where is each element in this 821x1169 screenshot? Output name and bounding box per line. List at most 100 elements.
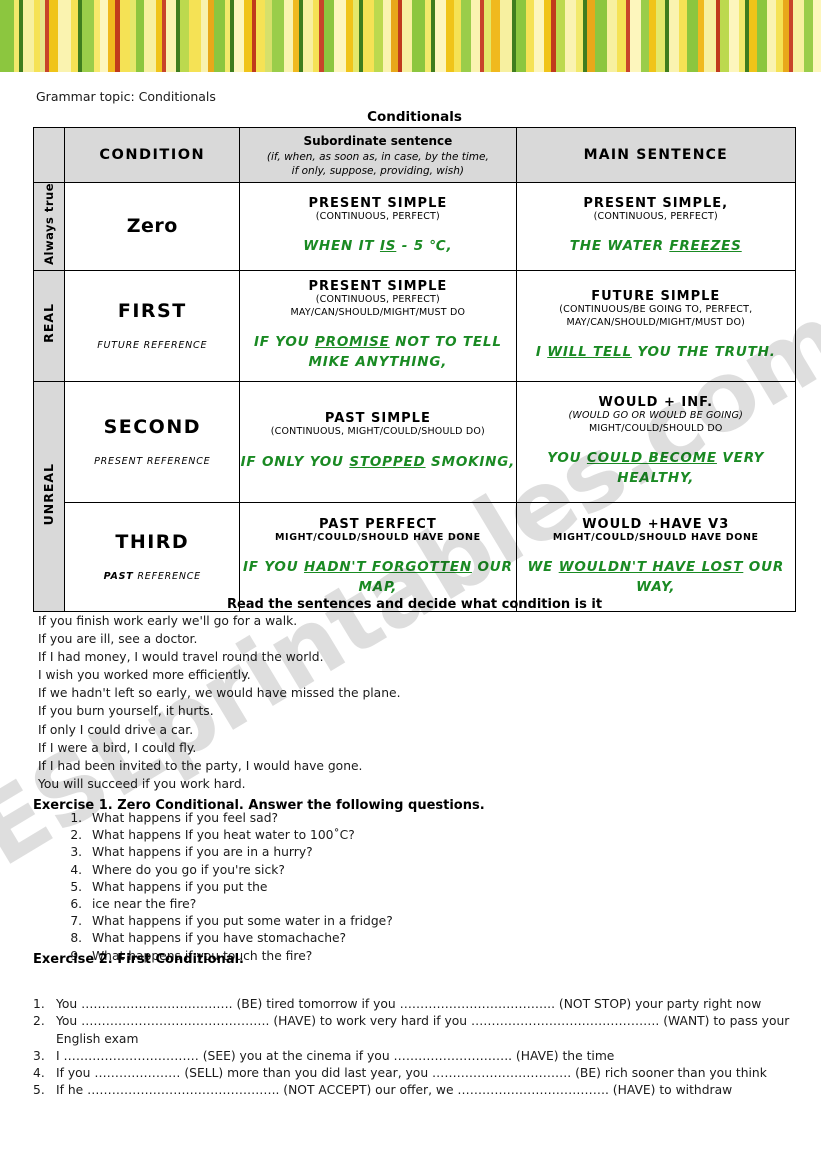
main-note-first-0: (CONTINUOUS/BE GOING TO, PERFECT, <box>559 304 753 316</box>
side-label-unreal: UNREAL <box>32 380 66 612</box>
sub-note-second-0: (CONTINUOUS, MIGHT/COULD/SHOULD DO) <box>270 426 485 438</box>
read-task-sentence: If you are ill, see a doctor. <box>38 632 198 647</box>
exercise1-question: What happens if you put the <box>86 879 393 896</box>
header-cell-main: MAIN SENTENCE <box>515 127 797 183</box>
condition-reference-third: PAST REFERENCE <box>103 571 201 583</box>
sub-example-second: IF ONLY YOU STOPPED SMOKING, <box>240 453 516 470</box>
condition-name-third: THIRD <box>115 531 190 554</box>
exercise2-item: 4. If you ………………… (SELL) more than you di… <box>33 1065 793 1082</box>
read-task-sentence: I wish you worked more efficiently. <box>38 668 251 683</box>
exercise1-question: What happens if you have stomachache? <box>86 930 393 947</box>
table-row-first: REAL FIRST FUTURE REFERENCE PRESENT SIMP… <box>32 269 797 382</box>
main-note-first-1: MAY/CAN/SHOULD/MIGHT/MUST DO) <box>566 316 746 328</box>
row-name-cell-first: FIRST FUTURE REFERENCE <box>64 269 241 382</box>
main-example-first: I WILL TELL YOU THE TRUTH. <box>535 343 776 360</box>
main-example-third: WE WOULDN'T HAVE LOST OUR WAY, <box>527 559 785 595</box>
subordinate-cell-first: PRESENT SIMPLE (CONTINUOUS, PERFECT) MAY… <box>239 269 517 382</box>
exercise1-question: What happens if you put some water in a … <box>86 913 393 930</box>
exercise1-question: What happens if you feel sad? <box>86 810 393 827</box>
exercise2-item-text: If you ………………… (SELL) more than you did … <box>56 1066 767 1081</box>
read-task-sentence: If I had money, I would travel round the… <box>38 650 324 665</box>
conditionals-table-body: Always true Zero PRESENT SIMPLE (CONTINU… <box>32 182 797 612</box>
header-main-label: MAIN SENTENCE <box>583 147 728 163</box>
table-header-row: CONDITION Subordinate sentence (if, when… <box>32 127 797 183</box>
exercise2-item-number: 1. <box>33 997 45 1011</box>
table-row-third: THIRD PAST REFERENCE PAST PERFECT MIGHT/… <box>34 501 797 612</box>
row-name-cell-zero: Zero <box>64 182 241 271</box>
main-note-third-0: MIGHT/COULD/SHOULD HAVE DONE <box>552 531 759 543</box>
exercise1-question: Where do you go if you're sick? <box>86 862 393 879</box>
read-task-sentence: If only I could drive a car. <box>38 722 194 737</box>
exercise2-item: 1. You ………………………………. (BE) tired tomorrow … <box>33 996 793 1013</box>
subordinate-cell-third: PAST PERFECT MIGHT/COULD/SHOULD HAVE DON… <box>239 501 517 612</box>
sub-form-zero: PRESENT SIMPLE <box>308 195 448 211</box>
sub-note-first-0: (CONTINUOUS, PERFECT) <box>315 294 440 306</box>
exercise2-item-number: 2. <box>33 1014 45 1029</box>
table-row-second: UNREAL SECOND PRESENT REFERENCE PAST SIM… <box>32 380 797 612</box>
table-row-zero: Always true Zero PRESENT SIMPLE (CONTINU… <box>32 182 797 271</box>
exercise2-item-list: 1. You ………………………………. (BE) tired tomorrow … <box>33 996 793 1100</box>
read-task-title: Read the sentences and decide what condi… <box>226 597 603 612</box>
main-note-second-0: (WOULD GO OR WOULD BE GOING) <box>568 410 744 422</box>
exercise2-item-text: You ………………………………. (BE) tired tomorrow if… <box>56 997 762 1011</box>
exercise1-question-list: What happens if you feel sad?What happen… <box>56 810 393 965</box>
header-subordinate-line1: (if, when, as soon as, in case, by the t… <box>266 150 489 163</box>
side-label-always-true-text: Always true <box>42 183 57 265</box>
side-label-always-true: Always true <box>32 182 66 271</box>
main-form-first: FUTURE SIMPLE <box>591 289 721 305</box>
read-task-sentence: If I had been invited to the party, I wo… <box>38 758 363 773</box>
condition-name-first: FIRST <box>117 300 187 323</box>
sub-example-first: IF YOU PROMISE NOT TO TELL MIKE ANYTHING… <box>253 334 502 370</box>
header-condition-label: CONDITION <box>99 147 206 163</box>
grammar-topic-label: Grammar topic: Conditionals <box>36 89 216 104</box>
header-subordinate-line2: if only, suppose, providing, wish) <box>291 165 465 177</box>
condition-reference-first: FUTURE REFERENCE <box>97 340 208 352</box>
subordinate-cell-second: PAST SIMPLE (CONTINUOUS, MIGHT/COULD/SHO… <box>239 380 517 503</box>
sub-example-zero: WHEN IT IS - 5 ℃, <box>303 238 453 255</box>
exercise2-item: 5. If he ……………………………………….. (NOT ACCEPT) o… <box>33 1082 793 1099</box>
sub-form-first: PRESENT SIMPLE <box>308 279 448 295</box>
exercise2-heading: Exercise 2. First Conditional. <box>33 952 244 967</box>
header-cell-condition: CONDITION <box>64 127 241 183</box>
exercise2-item-number: 5. <box>33 1083 45 1098</box>
sub-note-third-0: MIGHT/COULD/SHOULD HAVE DONE <box>275 531 481 543</box>
exercise1-question: What happens if you are in a hurry? <box>86 844 393 861</box>
main-note-zero-0: (CONTINUOUS, PERFECT) <box>593 210 718 222</box>
side-label-real-text: REAL <box>41 303 56 344</box>
header-cell-side <box>32 127 66 183</box>
read-task-sentence: If you burn yourself, it hurts. <box>38 704 214 719</box>
main-example-zero: THE WATER FREEZES <box>569 238 742 255</box>
conditionals-table: CONDITION Subordinate sentence (if, when… <box>32 127 797 612</box>
read-task-sentence: If I were a bird, I could fly. <box>38 740 197 755</box>
exercise2-item: 2. You ………………………………………. (HAVE) to work ve… <box>33 1013 793 1048</box>
main-note-second-1: MIGHT/COULD/SHOULD DO <box>588 422 723 434</box>
sub-note-first-1: MAY/CAN/SHOULD/MIGHT/MUST DO <box>290 306 466 318</box>
condition-reference-second: PRESENT REFERENCE <box>94 456 211 468</box>
side-label-unreal-text: UNREAL <box>41 462 56 526</box>
sub-example-third: IF YOU HADN'T FORGOTTEN OUR MAP, <box>242 559 513 595</box>
header-subordinate-title: Subordinate sentence <box>303 133 453 148</box>
side-label-real: REAL <box>32 269 66 382</box>
worksheet-page: Grammar topic: Conditionals Conditionals… <box>0 0 821 1169</box>
main-cell-third: WOULD +HAVE V3 MIGHT/COULD/SHOULD HAVE D… <box>515 501 797 612</box>
main-form-second: WOULD + INF. <box>598 395 714 411</box>
exercise1-question: What happens If you heat water to 100˚C? <box>86 827 393 844</box>
sub-form-third: PAST PERFECT <box>318 516 437 532</box>
read-task-sentence: If we hadn't left so early, we would hav… <box>38 686 401 701</box>
main-cell-zero: PRESENT SIMPLE, (CONTINUOUS, PERFECT) TH… <box>515 182 797 271</box>
exercise2-item-text: I …………………………… (SEE) you at the cinema if… <box>56 1048 615 1063</box>
read-task-sentence: If you finish work early we'll go for a … <box>38 614 298 628</box>
main-example-second: YOU COULD BECOME VERY HEALTHY, <box>547 450 765 486</box>
row-name-cell-second: SECOND PRESENT REFERENCE <box>64 380 241 503</box>
condition-name-second: SECOND <box>103 416 201 439</box>
row-name-cell-third: THIRD PAST REFERENCE <box>64 501 241 612</box>
exercise2-item: 3. I …………………………… (SEE) you at the cinema … <box>33 1048 793 1065</box>
exercise2-item-number: 3. <box>33 1048 45 1063</box>
exercise2-item-number: 4. <box>33 1066 45 1081</box>
exercise1-question: ice near the fire? <box>86 896 393 913</box>
exercise2-item-text: You ………………………………………. (HAVE) to work very… <box>56 1014 790 1046</box>
table-title: Conditionals <box>367 109 462 125</box>
main-form-zero: PRESENT SIMPLE, <box>583 195 729 211</box>
exercise2-item-text: If he ……………………………………….. (NOT ACCEPT) our… <box>56 1083 733 1098</box>
read-task-sentence-list: If you finish work early we'll go for a … <box>38 612 401 793</box>
